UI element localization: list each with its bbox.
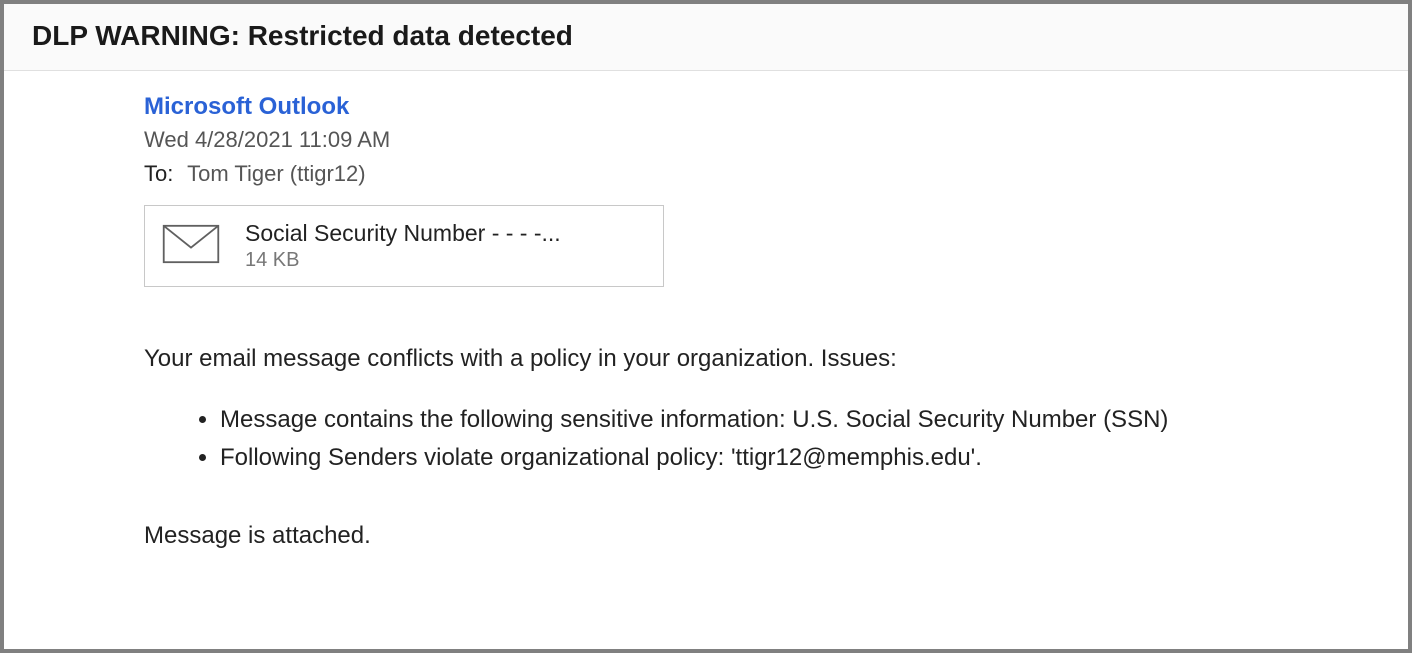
issues-list: Message contains the following sensitive… bbox=[220, 401, 1264, 478]
recipients-line: To: Tom Tiger (ttigr12) bbox=[144, 161, 1264, 187]
message-body: Your email message conflicts with a poli… bbox=[144, 341, 1264, 554]
email-datetime: Wed 4/28/2021 11:09 AM bbox=[144, 127, 1264, 153]
body-intro: Your email message conflicts with a poli… bbox=[144, 341, 1264, 377]
attachment-name: Social Security Number - - - -... bbox=[245, 220, 643, 247]
sender-name[interactable]: Microsoft Outlook bbox=[144, 93, 1264, 121]
envelope-icon bbox=[161, 224, 221, 269]
email-window: DLP WARNING: Restricted data detected Mi… bbox=[4, 4, 1408, 649]
attachment-card[interactable]: Social Security Number - - - -... 14 KB bbox=[144, 205, 664, 287]
issue-item: Message contains the following sensitive… bbox=[220, 401, 1264, 439]
to-label: To: bbox=[144, 161, 173, 186]
attachment-meta: Social Security Number - - - -... 14 KB bbox=[245, 220, 643, 272]
body-footer: Message is attached. bbox=[144, 518, 1264, 554]
subject-bar: DLP WARNING: Restricted data detected bbox=[4, 4, 1408, 71]
to-recipient: Tom Tiger (ttigr12) bbox=[187, 161, 366, 186]
attachment-size: 14 KB bbox=[245, 249, 643, 272]
message-pane: Microsoft Outlook Wed 4/28/2021 11:09 AM… bbox=[4, 71, 1408, 649]
email-subject: DLP WARNING: Restricted data detected bbox=[32, 20, 1380, 52]
issue-item: Following Senders violate organizational… bbox=[220, 439, 1264, 477]
